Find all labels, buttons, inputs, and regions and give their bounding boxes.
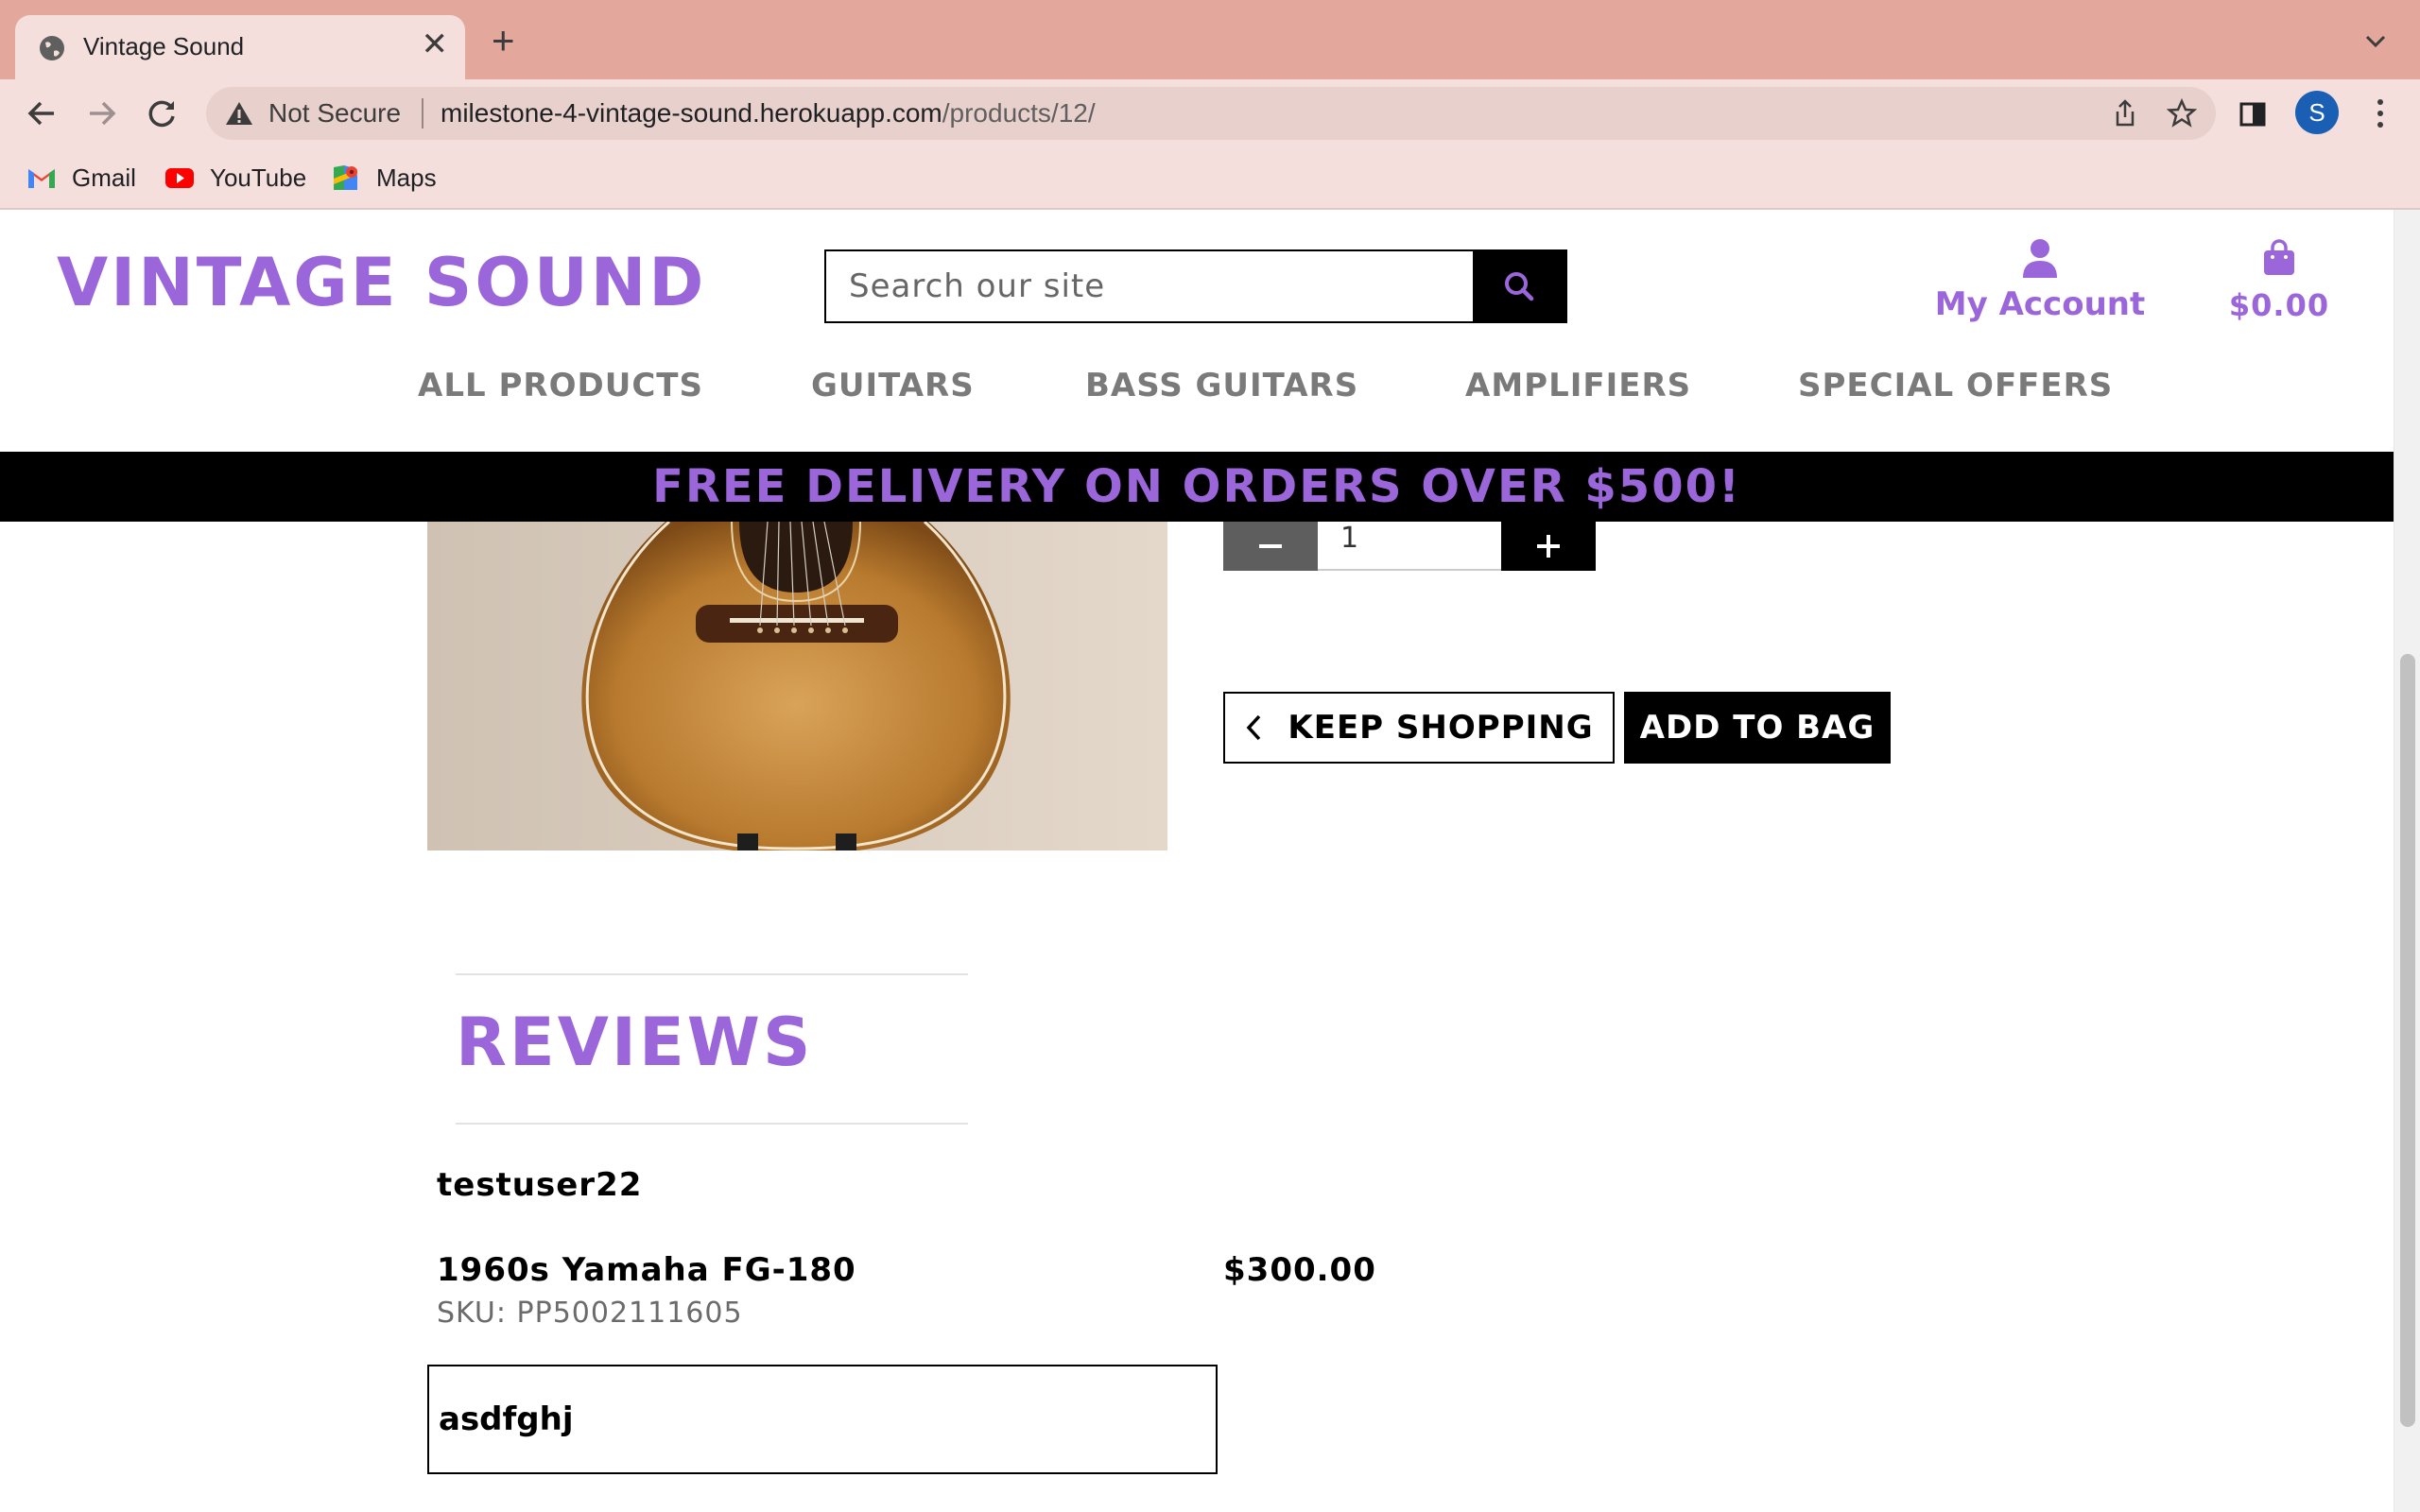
nav-guitars[interactable]: GUITARS [811,367,975,404]
plus-icon [1537,535,1560,558]
site-logo[interactable]: VINTAGE SOUND [57,244,706,321]
arrow-right-icon [90,101,116,126]
divider [422,98,424,129]
review-body: asdfghj [439,1400,574,1438]
guitar-photo [427,522,1167,850]
my-account-link[interactable]: My Account [1934,238,2146,323]
site-search [824,249,1567,323]
menu-dots-icon[interactable] [2371,96,2390,130]
nav-all-products[interactable]: ALL PRODUCTS [418,367,703,404]
address-bar[interactable]: Not Secure milestone-4-vintage-sound.her… [206,87,2216,140]
bookmark-label: YouTube [210,163,307,192]
reload-icon [148,100,175,128]
divider [456,1123,968,1125]
delivery-banner: FREE DELIVERY ON ORDERS OVER $500! [0,452,2394,522]
new-tab-button[interactable]: + [492,21,515,60]
browser-tab[interactable]: Vintage Sound ✕ [15,15,465,79]
bookmark-gmail[interactable]: Gmail [26,161,136,195]
bookmark-label: Maps [376,163,437,192]
side-panel-icon[interactable] [2238,100,2267,129]
review-product-name: 1960s Yamaha FG-180 [437,1251,856,1289]
maps-icon [334,165,357,190]
url-text[interactable]: milestone-4-vintage-sound.herokuapp.com/… [441,98,1096,129]
browser-tab-strip: Vintage Sound ✕ + [0,0,2420,79]
quantity-input[interactable]: 1 [1318,522,1501,571]
bookmarks-bar: Gmail YouTube Maps [0,147,2420,210]
my-account-label: My Account [1934,285,2146,323]
nav-amplifiers[interactable]: AMPLIFIERS [1465,367,1691,404]
forward-button[interactable] [81,93,123,134]
warning-icon [226,102,252,125]
security-status[interactable]: Not Secure [268,98,401,129]
nav-bass-guitars[interactable]: BASS GUITARS [1085,367,1358,404]
product-image [427,522,1167,850]
increment-button[interactable] [1501,522,1596,571]
search-icon [1505,272,1534,301]
bookmark-label: Gmail [72,163,136,192]
bookmark-maps[interactable]: Maps [331,161,437,195]
bag-total: $0.00 [2228,287,2330,323]
browser-toolbar: Not Secure milestone-4-vintage-sound.her… [0,79,2420,147]
review-product-sku: SKU: PP5002111605 [437,1297,743,1330]
reload-button[interactable] [142,93,183,134]
gmail-icon [28,169,55,188]
minus-icon [1259,544,1282,548]
tab-title: Vintage Sound [83,32,245,60]
close-tab-icon[interactable]: ✕ [422,28,449,60]
add-to-bag-button[interactable]: ADD TO BAG [1624,692,1891,764]
review-body-box: asdfghj [427,1365,1218,1474]
banner-text: FREE DELIVERY ON ORDERS OVER $500! [652,460,1741,513]
search-button[interactable] [1473,251,1565,321]
reviews-heading: REVIEWS [456,1004,814,1081]
share-icon[interactable] [2110,98,2140,129]
main-navigation: ALL PRODUCTS GUITARS BASS GUITARS AMPLIF… [0,367,2394,423]
page-scrollbar[interactable] [2394,210,2420,1512]
shopping-bag-icon [2264,239,2294,275]
back-button[interactable] [21,93,62,134]
review-username: testuser22 [437,1166,643,1204]
user-icon [2023,239,2057,278]
bookmark-star-icon[interactable] [2167,98,2197,129]
youtube-icon [165,168,194,188]
shopping-bag-link[interactable]: $0.00 [2216,238,2342,323]
review-product-price: $300.00 [1223,1251,1376,1289]
search-input[interactable] [826,251,1473,321]
decrement-button[interactable] [1223,522,1318,571]
url-host: milestone-4-vintage-sound.herokuapp.com [441,98,942,128]
chevron-down-icon[interactable] [2361,26,2390,55]
profile-avatar[interactable]: S [2295,91,2339,134]
keep-shopping-button[interactable]: KEEP SHOPPING [1223,692,1615,764]
chevron-left-icon [1247,714,1261,741]
arrow-left-icon [27,101,54,126]
page-viewport: VINTAGE SOUND My Account $0.00 ALL PRODU… [0,210,2394,1512]
globe-icon [40,36,64,60]
bookmark-youtube[interactable]: YouTube [164,161,306,195]
divider [456,973,968,975]
scrollbar-thumb[interactable] [2400,654,2415,1427]
keep-shopping-label: KEEP SHOPPING [1288,709,1594,747]
nav-special-offers[interactable]: SPECIAL OFFERS [1798,367,2113,404]
url-path: /products/12/ [942,98,1096,128]
